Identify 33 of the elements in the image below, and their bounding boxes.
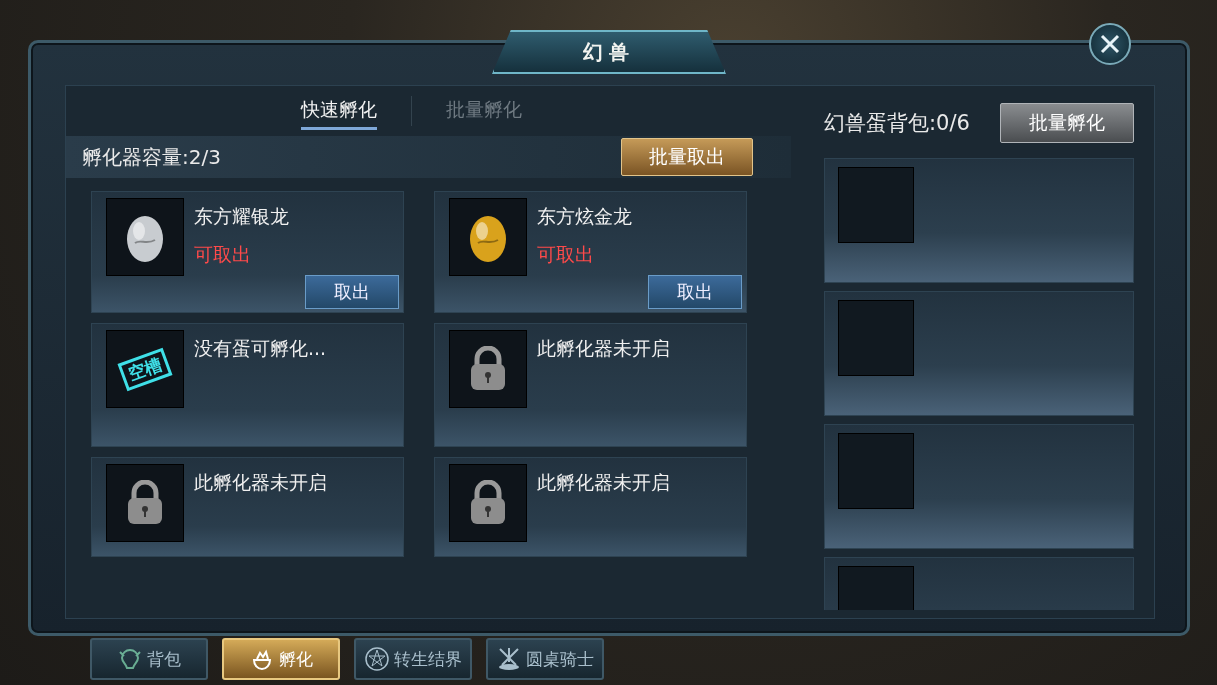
take-out-button[interactable]: 取出 bbox=[648, 275, 742, 309]
slot-title: 此孵化器未开启 bbox=[194, 470, 327, 495]
slot-title: 东方耀银龙 bbox=[194, 204, 289, 229]
padlock-icon bbox=[469, 346, 507, 392]
egg-bag-label: 幻兽蛋背包:0/6 bbox=[824, 110, 970, 137]
empty-item-cell[interactable] bbox=[838, 167, 914, 243]
empty-item-cell[interactable] bbox=[838, 300, 914, 376]
pentagram-circle-icon bbox=[364, 646, 390, 672]
slot-title: 东方炫金龙 bbox=[537, 204, 632, 229]
slot-title: 此孵化器未开启 bbox=[537, 336, 670, 361]
bottom-tab[interactable]: 圆桌骑士 bbox=[486, 638, 604, 680]
slot-status: 可取出 bbox=[194, 242, 252, 267]
hatch-tab[interactable]: 快速孵化 bbox=[301, 92, 377, 130]
batch-take-out-button[interactable]: 批量取出 bbox=[621, 138, 753, 176]
window-title: 幻兽 bbox=[492, 30, 726, 74]
padlock-icon bbox=[126, 480, 164, 526]
crossed-swords-icon bbox=[496, 646, 522, 672]
slot-status: 可取出 bbox=[537, 242, 595, 267]
bottom-tab[interactable]: 孵化 bbox=[222, 638, 340, 680]
slot-title: 没有蛋可孵化... bbox=[194, 336, 327, 361]
empty-slot-stamp: 空槽 bbox=[117, 347, 173, 391]
bottom-tab[interactable]: 背包 bbox=[90, 638, 208, 680]
capacity-label: 孵化器容量:2/3 bbox=[82, 143, 221, 171]
beast-head-icon bbox=[117, 646, 143, 672]
padlock-icon bbox=[469, 480, 507, 526]
empty-item-cell[interactable] bbox=[838, 433, 914, 509]
close-icon bbox=[1099, 33, 1121, 55]
slot-title: 此孵化器未开启 bbox=[537, 470, 670, 495]
bottom-tab[interactable]: 转生结界 bbox=[354, 638, 472, 680]
take-out-button[interactable]: 取出 bbox=[305, 275, 399, 309]
hatch-tab[interactable]: 批量孵化 bbox=[446, 92, 522, 130]
batch-hatch-button[interactable]: 批量孵化 bbox=[1000, 103, 1134, 143]
close-button[interactable] bbox=[1089, 23, 1131, 65]
